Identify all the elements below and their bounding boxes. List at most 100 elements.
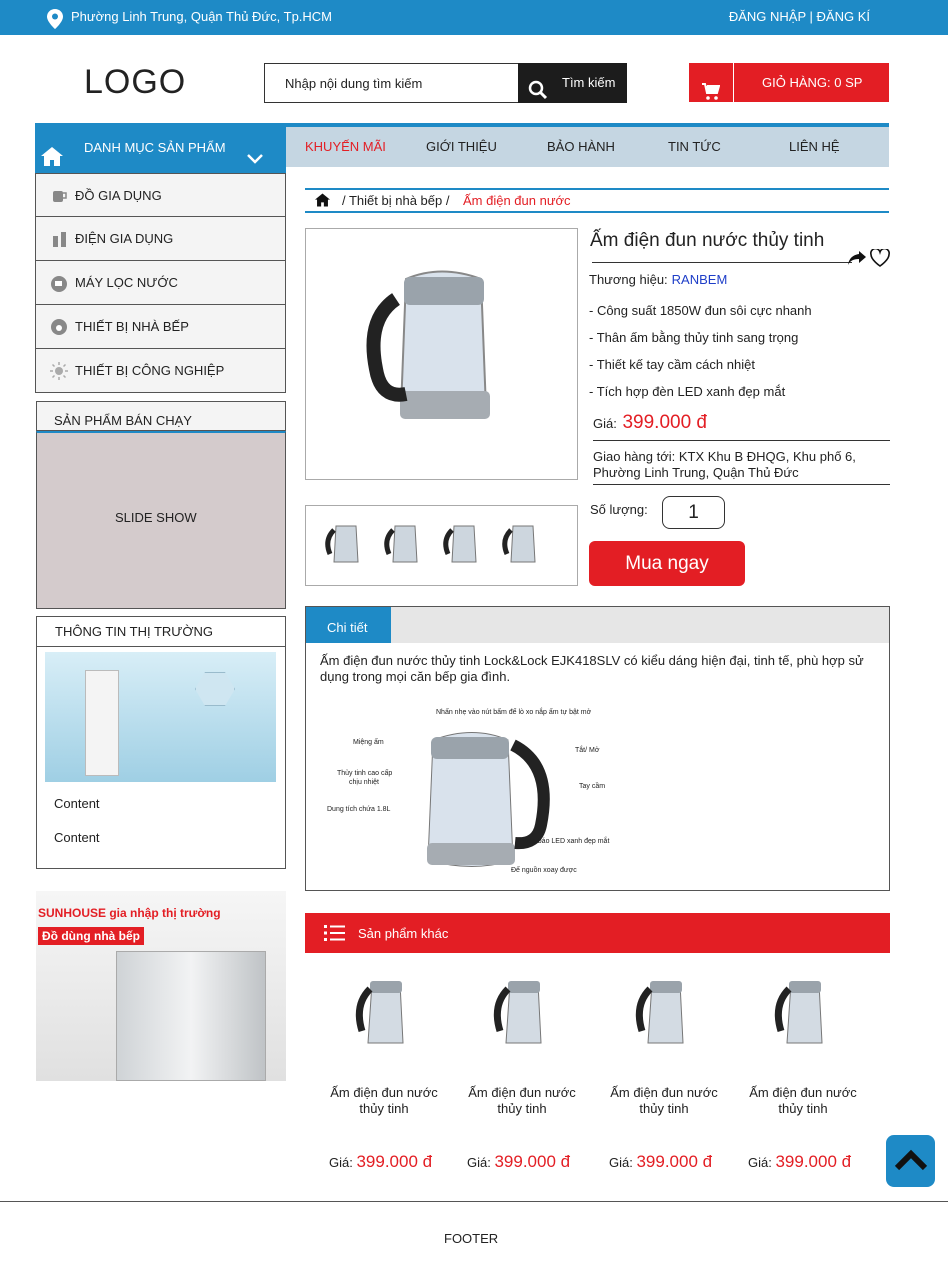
diagram-label-base: Đế nguồn xoay được [511, 867, 577, 874]
search-input[interactable] [265, 64, 518, 102]
product-card-price-label: Giá: [467, 1155, 491, 1170]
price-value: 399.000 đ [622, 412, 707, 433]
product-card-name: Ấm điện đun nước thủy tinh [610, 1085, 718, 1116]
brand-row: Thương hiệu: RANBEM [589, 272, 727, 287]
price-row: Giá: 399.000 đ [593, 412, 707, 434]
product-card-price-label: Giá: [609, 1155, 633, 1170]
menu-item-warranty[interactable]: BẢO HÀNH [547, 139, 615, 154]
home-icon [41, 147, 63, 166]
auth-links: ĐĂNG NHẬP | ĐĂNG KÍ [729, 9, 870, 24]
other-products-title: Sản phẩm khác [358, 926, 449, 941]
share-icon[interactable] [847, 249, 867, 267]
menu-item-about[interactable]: GIỚI THIỆU [426, 139, 497, 154]
product-card-price: 399.000 đ [494, 1152, 571, 1171]
diagram-kettle-image [427, 732, 550, 867]
diagram-label-glass2: chịu nhiệt [349, 779, 379, 786]
category-list: ĐỒ GIA DỤNG ĐIỆN GIA DỤNG MÁY LỌC NƯỚC T… [35, 173, 286, 393]
category-item-water-purifier[interactable]: MÁY LỌC NƯỚC [35, 261, 286, 305]
shipping-line-2: Phường Linh Trung, Quận Thủ Đức [593, 465, 799, 480]
market-news-header: THÔNG TIN THỊ TRƯỜNG [37, 617, 285, 647]
tab-detail[interactable]: Chi tiết [306, 607, 391, 643]
fridge-image [116, 951, 266, 1081]
product-card-price-label: Giá: [329, 1155, 353, 1170]
category-label: THIẾT BỊ NHÀ BẾP [75, 319, 189, 334]
register-link[interactable]: ĐĂNG KÍ [817, 9, 870, 24]
thumbnail-1[interactable] [324, 520, 364, 568]
list-icon [324, 925, 345, 941]
diagram-label-mouth: Miệng ấm [353, 739, 384, 746]
menu-item-contact[interactable]: LIÊN HỆ [789, 139, 840, 154]
news-content-2[interactable]: Content [54, 830, 100, 845]
product-card-price-row: Giá: 399.000 đ [467, 1152, 570, 1172]
logo[interactable]: LOGO [84, 63, 186, 102]
category-menu-label: DANH MỤC SẢN PHẨM [84, 140, 226, 155]
other-products-header: Sản phẩm khác [305, 913, 890, 953]
cup-icon [51, 276, 67, 292]
category-menu-button[interactable]: DANH MỤC SẢN PHẨM [35, 127, 286, 173]
search-button[interactable]: Tìm kiếm [518, 63, 627, 103]
tab-detail-label: Chi tiết [327, 620, 368, 635]
quantity-label: Số lượng: [590, 502, 648, 517]
product-card-price: 399.000 đ [356, 1152, 433, 1171]
thumbnail-2[interactable] [383, 520, 423, 568]
category-item-industrial[interactable]: THIẾT BỊ CÔNG NGHIỆP [35, 349, 286, 393]
news-content-1[interactable]: Content [54, 796, 100, 811]
detail-panel: Chi tiết Ấm điện đun nước thủy tinh Lock… [305, 606, 890, 891]
product-card-price: 399.000 đ [636, 1152, 713, 1171]
cart-icon [702, 83, 720, 100]
diagram-label-handle: Tay cầm [579, 783, 606, 790]
category-item-kitchen[interactable]: THIẾT BỊ NHÀ BẾP [35, 305, 286, 349]
promo-banner[interactable]: SUNHOUSE gia nhập thị trường Đồ dùng nhà… [36, 891, 286, 1081]
cart-button[interactable]: GIỎ HÀNG: 0 SP [689, 63, 889, 102]
shipping-line-1: Giao hàng tới: KTX Khu B ĐHQG, Khu phố 6… [593, 449, 856, 464]
breadcrumb-category[interactable]: / Thiết bị nhà bếp / [342, 193, 449, 208]
diagram-label-top: Nhấn nhẹ vào nút bấm để lò xo nắp ấm tự … [436, 709, 592, 716]
slideshow[interactable]: SLIDE SHOW [36, 431, 286, 609]
footer: FOOTER [444, 1231, 499, 1246]
category-item-houseware[interactable]: ĐỒ GIA DỤNG [35, 173, 286, 217]
diagram-label-capacity: Dung tích chứa 1.8L [327, 806, 391, 813]
quantity-input[interactable]: 1 [662, 496, 725, 529]
menu-item-news[interactable]: TIN TỨC [668, 139, 721, 154]
product-card-image [774, 981, 823, 1044]
product-main-image[interactable] [305, 228, 578, 480]
product-card-price-row: Giá: 399.000 đ [329, 1152, 432, 1172]
shipping-info: Giao hàng tới: KTX Khu B ĐHQG, Khu phố 6… [593, 440, 890, 485]
kettle-diagram: Nhấn nhẹ vào nút bấm để lò xo nắp ấm tự … [323, 703, 623, 878]
product-card-image [493, 981, 542, 1044]
cart-label: GIỎ HÀNG: 0 SP [762, 75, 863, 90]
chevron-down-icon [247, 154, 263, 164]
feature-1: - Công suất 1850W đun sôi cực nhanh [589, 303, 812, 318]
bestseller-title: SẢN PHẨM BÁN CHẠY [54, 413, 192, 428]
login-link[interactable]: ĐĂNG NHẬP [729, 9, 806, 24]
home-icon[interactable] [315, 193, 330, 207]
category-label: ĐIỆN GIA DỤNG [75, 231, 174, 246]
address-text: Phường Linh Trung, Quận Thủ Đức, Tp.HCM [71, 9, 333, 24]
search-bar: Tìm kiếm [264, 63, 627, 103]
banner-tag: Đồ dùng nhà bếp [38, 927, 144, 945]
product-name: Ấm điện đun nước thủy tinh [590, 230, 825, 251]
product-card-image [635, 981, 684, 1044]
category-label: MÁY LỌC NƯỚC [75, 275, 178, 290]
category-item-appliances[interactable]: ĐIỆN GIA DỤNG [35, 217, 286, 261]
main-menu: KHUYẾN MÃI GIỚI THIỆU BẢO HÀNH TIN TỨC L… [286, 127, 889, 167]
bestseller-header: SẢN PHẨM BÁN CHẠY [36, 401, 286, 431]
thumbnail-4[interactable] [501, 520, 541, 568]
back-to-top-button[interactable] [886, 1135, 935, 1187]
cart-icon-box [689, 63, 734, 102]
heart-icon[interactable] [870, 249, 890, 267]
brand-name[interactable]: RANBEM [672, 272, 728, 287]
feature-4: - Tích hợp đèn LED xanh đẹp mắt [589, 384, 786, 399]
top-bar: Phường Linh Trung, Quận Thủ Đức, Tp.HCM … [0, 0, 948, 35]
news-image[interactable] [45, 652, 276, 782]
breadcrumb: / Thiết bị nhà bếp / Ấm điện đun nước [305, 188, 889, 213]
product-card-image [355, 981, 404, 1044]
detail-description: Ấm điện đun nước thủy tinh Lock&Lock EJK… [320, 653, 864, 684]
thumbnail-3[interactable] [442, 520, 482, 568]
product-card-price-row: Giá: 399.000 đ [748, 1152, 851, 1172]
feature-3: - Thiết kế tay cầm cách nhiệt [589, 357, 755, 372]
auth-separator: | [809, 9, 813, 24]
menu-item-promotions[interactable]: KHUYẾN MÃI [305, 139, 386, 154]
buy-now-button[interactable]: Mua ngay [589, 541, 745, 586]
banner-headline: SUNHOUSE gia nhập thị trường [38, 906, 221, 920]
